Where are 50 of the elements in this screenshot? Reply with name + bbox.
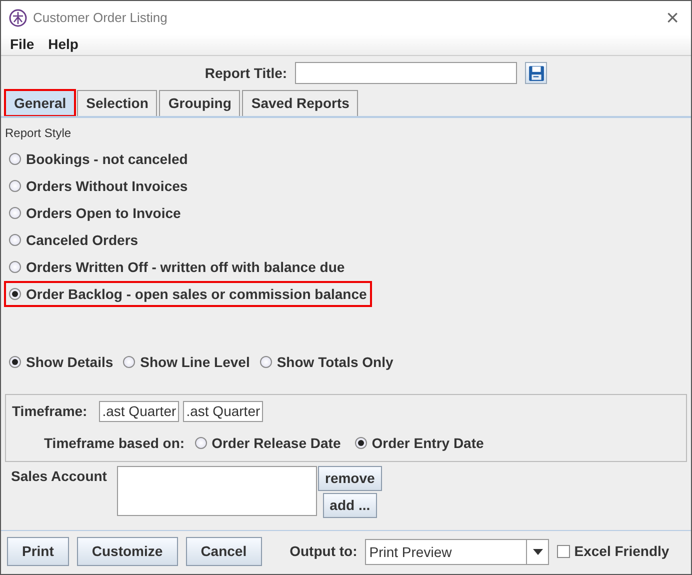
tab[interactable]: Selection [77, 90, 158, 116]
radio-option[interactable]: Orders Without Invoices [5, 174, 192, 198]
field-label: Timeframe: [12, 402, 88, 421]
tab[interactable]: Grouping [159, 90, 240, 116]
radio-button[interactable] [9, 153, 21, 165]
field-label: Output to: [290, 542, 358, 561]
radio-option[interactable]: Orders Written Off - written off with balance due [5, 255, 349, 279]
action-button[interactable]: Print [7, 537, 69, 566]
excel-friendly-checkbox[interactable]: Excel Friendly [557, 541, 670, 562]
menu-item[interactable]: Help [48, 34, 78, 55]
radio-button[interactable] [260, 356, 272, 368]
action-button[interactable]: Customize [76, 537, 178, 566]
radio-button[interactable] [9, 288, 21, 300]
field-label: Sales Account [11, 467, 108, 486]
radio-option[interactable]: Order Entry Date [350, 431, 488, 455]
radio-button[interactable] [9, 207, 21, 219]
radio-option[interactable]: Canceled Orders [5, 228, 142, 252]
output-dropdown[interactable]: Print Preview [365, 538, 550, 564]
radio-button[interactable] [354, 437, 367, 449]
section-label: Report Style [5, 125, 72, 142]
radio-option[interactable]: Show Totals Only [256, 350, 398, 374]
menu-item[interactable]: File [10, 34, 34, 55]
sales-account-list[interactable] [117, 466, 317, 516]
window-title: Customer Order Listing [33, 8, 168, 27]
radio-option[interactable]: Show Line Level [119, 350, 254, 374]
radio-button[interactable] [9, 180, 21, 192]
close-button[interactable]: × [662, 6, 683, 28]
radio-option[interactable]: Order Release Date [190, 431, 345, 455]
tab[interactable]: General [5, 90, 76, 116]
action-button[interactable]: Cancel [186, 537, 262, 566]
caret-icon [532, 548, 543, 554]
radio-button[interactable] [9, 356, 21, 368]
report-title-field[interactable] [295, 62, 518, 84]
timeframe-field[interactable]: .ast Quarter [99, 401, 180, 422]
radio-button[interactable] [194, 437, 207, 449]
action-button[interactable]: remove [318, 466, 382, 491]
radio-button[interactable] [9, 234, 21, 246]
radio-button[interactable] [9, 261, 21, 273]
radio-button[interactable] [123, 356, 136, 368]
radio-option[interactable]: Bookings - not canceled [5, 147, 192, 171]
radio-option[interactable]: Show Details [5, 350, 118, 374]
save-button[interactable] [525, 62, 548, 84]
radio-option[interactable]: Orders Open to Invoice [5, 201, 185, 225]
tab[interactable]: Saved Reports [242, 90, 358, 116]
radio-option[interactable]: Order Backlog - open sales or commission balance [5, 282, 371, 306]
field-label: Report Title: [204, 64, 288, 83]
timeframe-field[interactable]: .ast Quarter [183, 401, 264, 422]
field-label: Timeframe based on: [44, 434, 185, 452]
app-logo-icon [9, 8, 27, 26]
action-button[interactable]: add ... [322, 493, 378, 518]
